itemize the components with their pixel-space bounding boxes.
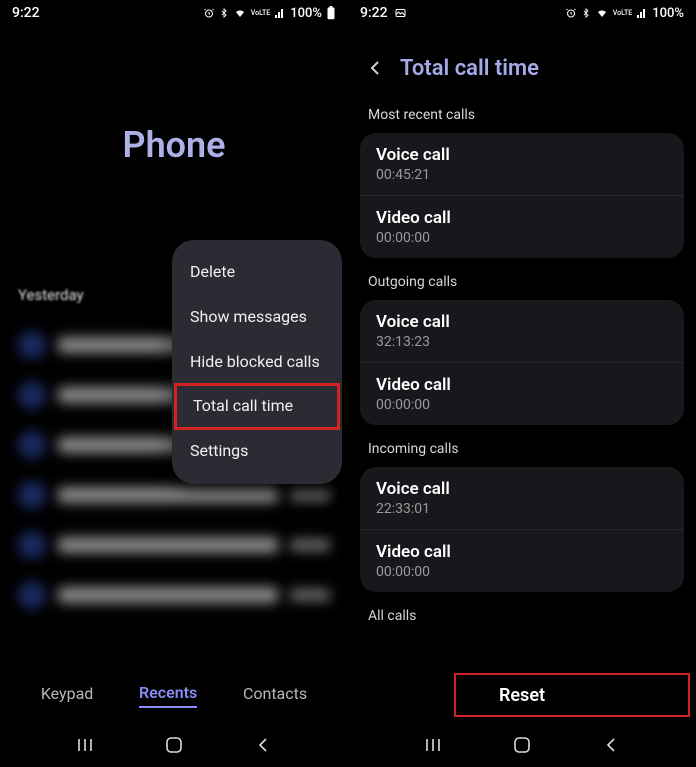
menu-show-messages[interactable]: Show messages xyxy=(172,295,342,340)
battery-percent: 100% xyxy=(652,6,684,21)
battery-icon xyxy=(326,6,336,20)
nav-home-icon[interactable] xyxy=(511,734,533,756)
status-time: 9:22 xyxy=(360,5,388,21)
tab-contacts[interactable]: Contacts xyxy=(243,684,307,707)
group-incoming-label: Incoming calls xyxy=(360,425,684,467)
screen-phone-recents: 9:22 VoLTE 100% Phone Yesterday xyxy=(0,0,348,767)
content-scroll[interactable]: Most recent calls Voice call 00:45:21 Vi… xyxy=(348,91,696,767)
wifi-icon xyxy=(595,7,609,19)
menu-hide-blocked[interactable]: Hide blocked calls xyxy=(172,340,342,385)
row-title: Voice call xyxy=(376,145,668,165)
overflow-menu: Delete Show messages Hide blocked calls … xyxy=(172,240,342,484)
row-value: 00:00:00 xyxy=(376,397,668,413)
reset-button[interactable]: Reset xyxy=(360,675,684,715)
nav-home-icon[interactable] xyxy=(163,734,185,756)
status-bar: 9:22 VoLTE 100% xyxy=(0,0,348,26)
row-title: Video call xyxy=(376,375,668,395)
row-value: 22:33:01 xyxy=(376,501,668,517)
group-incoming-card: Voice call 22:33:01 Video call 00:00:00 xyxy=(360,467,684,592)
incoming-video-row: Video call 00:00:00 xyxy=(360,529,684,592)
status-bar: 9:22 VoLTE 100% xyxy=(348,0,696,26)
row-value: 00:00:00 xyxy=(376,564,668,580)
tab-recents[interactable]: Recents xyxy=(139,683,197,708)
reset-label: Reset xyxy=(499,685,545,706)
nav-back-icon[interactable] xyxy=(252,734,274,756)
incoming-voice-row: Voice call 22:33:01 xyxy=(360,467,684,529)
navigation-bar xyxy=(0,723,348,767)
call-entry[interactable] xyxy=(18,570,330,620)
tab-keypad[interactable]: Keypad xyxy=(41,684,94,707)
nav-recents-icon[interactable] xyxy=(422,734,444,756)
menu-total-call-time[interactable]: Total call time xyxy=(174,383,340,430)
menu-settings[interactable]: Settings xyxy=(172,429,342,474)
row-title: Voice call xyxy=(376,479,668,499)
page-title: Total call time xyxy=(400,56,539,81)
wifi-icon xyxy=(233,7,247,19)
call-entry[interactable] xyxy=(18,520,330,570)
app-title: Phone xyxy=(0,124,348,166)
row-title: Voice call xyxy=(376,312,668,332)
recent-voice-row: Voice call 00:45:21 xyxy=(360,133,684,195)
status-time: 9:22 xyxy=(12,5,40,21)
volte-label: VoLTE xyxy=(613,10,632,17)
alarm-icon xyxy=(203,7,215,19)
nav-back-icon[interactable] xyxy=(600,734,622,756)
battery-percent: 100% xyxy=(290,6,322,21)
group-all-label: All calls xyxy=(360,592,684,634)
nav-recents-icon[interactable] xyxy=(74,734,96,756)
bluetooth-icon xyxy=(581,7,591,19)
recent-video-row: Video call 00:00:00 xyxy=(360,195,684,258)
group-recent-card: Voice call 00:45:21 Video call 00:00:00 xyxy=(360,133,684,258)
row-value: 32:13:23 xyxy=(376,334,668,350)
alarm-icon xyxy=(565,7,577,19)
navigation-bar xyxy=(348,723,696,767)
outgoing-voice-row: Voice call 32:13:23 xyxy=(360,300,684,362)
signal-icon xyxy=(636,7,648,19)
page-header: Total call time xyxy=(348,38,696,91)
signal-icon xyxy=(274,7,286,19)
bluetooth-icon xyxy=(219,7,229,19)
menu-delete[interactable]: Delete xyxy=(172,250,342,295)
bottom-tabs: Keypad Recents Contacts xyxy=(0,675,348,715)
screen-total-call-time: 9:22 VoLTE 100% Total call tim xyxy=(348,0,696,767)
group-outgoing-label: Outgoing calls xyxy=(360,258,684,300)
volte-label: VoLTE xyxy=(251,10,270,17)
row-value: 00:00:00 xyxy=(376,230,668,246)
row-title: Video call xyxy=(376,208,668,228)
screenshot-icon xyxy=(394,7,407,19)
group-recent-label: Most recent calls xyxy=(360,91,684,133)
outgoing-video-row: Video call 00:00:00 xyxy=(360,362,684,425)
row-value: 00:45:21 xyxy=(376,167,668,183)
back-icon[interactable] xyxy=(366,59,386,79)
row-title: Video call xyxy=(376,542,668,562)
group-outgoing-card: Voice call 32:13:23 Video call 00:00:00 xyxy=(360,300,684,425)
